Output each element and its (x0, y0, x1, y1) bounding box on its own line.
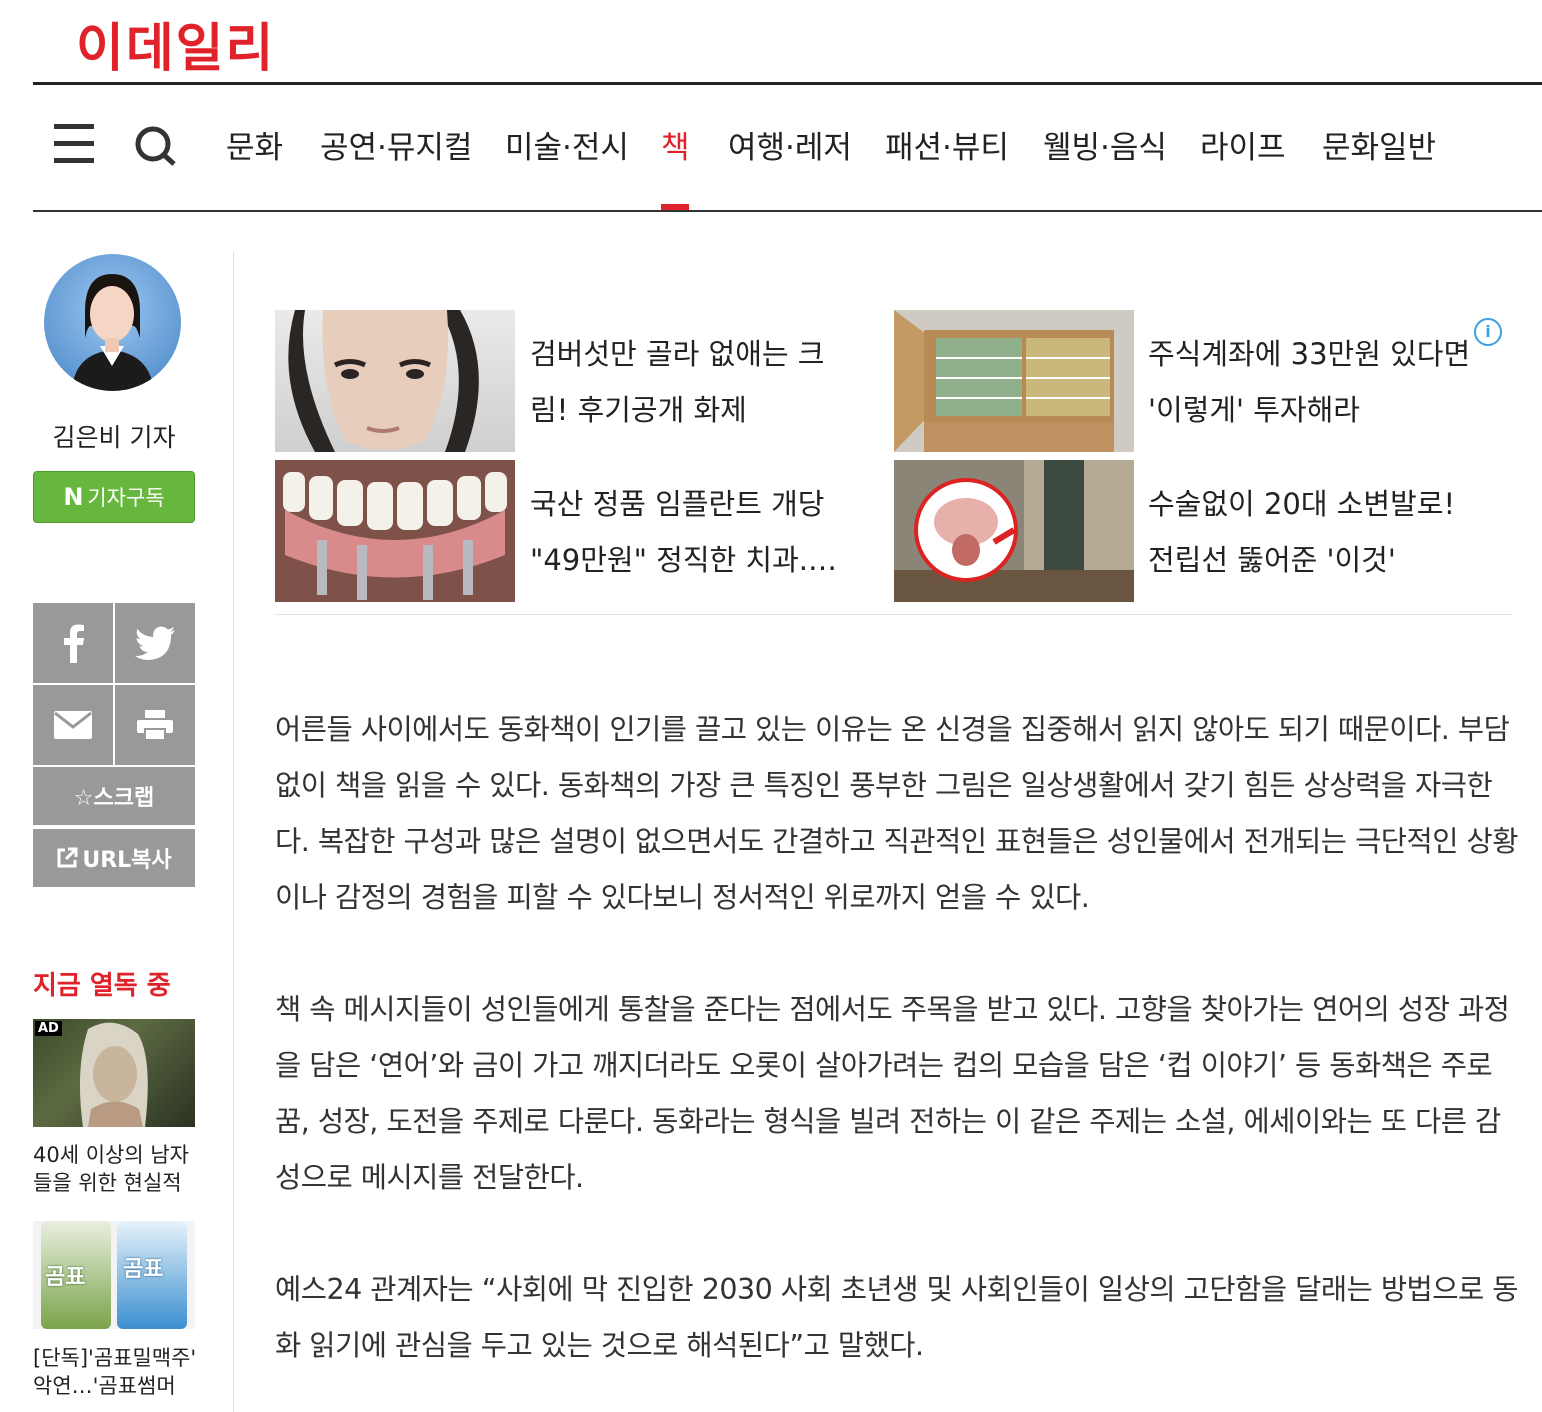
menu-icon[interactable] (54, 124, 94, 164)
facebook-icon (64, 624, 84, 663)
external-link-icon (57, 847, 78, 868)
nav-fashion[interactable]: 패션·뷰티 (885, 122, 1009, 167)
ad-image[interactable] (894, 460, 1134, 602)
naver-icon: N (63, 483, 84, 511)
reporter-name[interactable]: 김은비 기자 (33, 418, 195, 454)
sidebar-divider (233, 252, 234, 1412)
reporter-avatar[interactable] (44, 254, 181, 391)
can-label: 곰표 (123, 1257, 164, 1282)
hot-now-title: 지금 열독 중 (33, 971, 171, 1001)
print-button[interactable] (115, 685, 195, 765)
article-paragraph: 어른들 사이에서도 동화책이 인기를 끌고 있는 이유는 온 신경을 집중해서 … (275, 713, 1518, 914)
ad-headline[interactable]: 주식계좌에 33만원 있다면 '이렇게' 투자해라 (1148, 326, 1478, 438)
article-paragraph: 예스24 관계자는 “사회에 막 진입한 2030 사회 초년생 및 사회인들이… (275, 1273, 1518, 1362)
email-share-button[interactable] (33, 685, 113, 765)
facebook-share-button[interactable] (33, 603, 113, 683)
url-copy-button[interactable]: URL복사 (33, 829, 195, 887)
ad-badge: AD (35, 1021, 62, 1036)
header-divider (33, 82, 1542, 85)
nav-books[interactable]: 책 (661, 122, 690, 167)
nav-wellbeing[interactable]: 웰빙·음식 (1043, 122, 1167, 167)
ad-info-icon[interactable]: i (1474, 318, 1502, 346)
hot-item-image[interactable]: AD (33, 1019, 195, 1127)
mail-icon (54, 711, 92, 739)
url-copy-label: URL복사 (82, 848, 172, 873)
nav-art[interactable]: 미술·전시 (505, 122, 629, 167)
ad-headline[interactable]: 수술없이 20대 소변발로! 전립선 뚫어준 '이것' (1148, 476, 1468, 588)
site-logo[interactable]: 이데일리 (76, 6, 275, 81)
hot-item-caption[interactable]: [단독]'곰표밀맥주' 악연…'곰표썸머 (33, 1344, 203, 1400)
twitter-icon (135, 626, 175, 660)
hot-item-caption[interactable]: 40세 이상의 남자들을 위한 현실적 (33, 1141, 203, 1197)
nav-culture[interactable]: 문화 (226, 122, 283, 167)
nav-travel[interactable]: 여행·레저 (728, 122, 852, 167)
ad-headline[interactable]: 검버섯만 골라 없애는 크림! 후기공개 화제 (530, 326, 850, 438)
subscribe-button[interactable]: N 기자구독 (33, 471, 195, 523)
scrap-button[interactable]: ☆스크랩 (33, 767, 195, 825)
search-icon[interactable] (134, 124, 176, 166)
ad-image[interactable] (894, 310, 1134, 452)
printer-icon (137, 710, 173, 741)
nav-general[interactable]: 문화일반 (1322, 122, 1436, 167)
nav-life[interactable]: 라이프 (1200, 122, 1286, 167)
nav-divider (33, 210, 1542, 212)
hot-item-image[interactable]: 곰표 곰표 (33, 1221, 195, 1329)
nav-performance[interactable]: 공연·뮤지컬 (320, 122, 472, 167)
can-label: 곰표 (45, 1265, 86, 1290)
subscribe-label: 기자구독 (87, 486, 165, 510)
ad-image[interactable] (275, 460, 515, 602)
ad-image[interactable] (275, 310, 515, 452)
ad-headline[interactable]: 국산 정품 임플란트 개당 "49만원" 정직한 치과.… (530, 476, 850, 588)
article-paragraph: 책 속 메시지들이 성인들에게 통찰을 준다는 점에서도 주목을 받고 있다. … (275, 993, 1510, 1194)
twitter-share-button[interactable] (115, 603, 195, 683)
